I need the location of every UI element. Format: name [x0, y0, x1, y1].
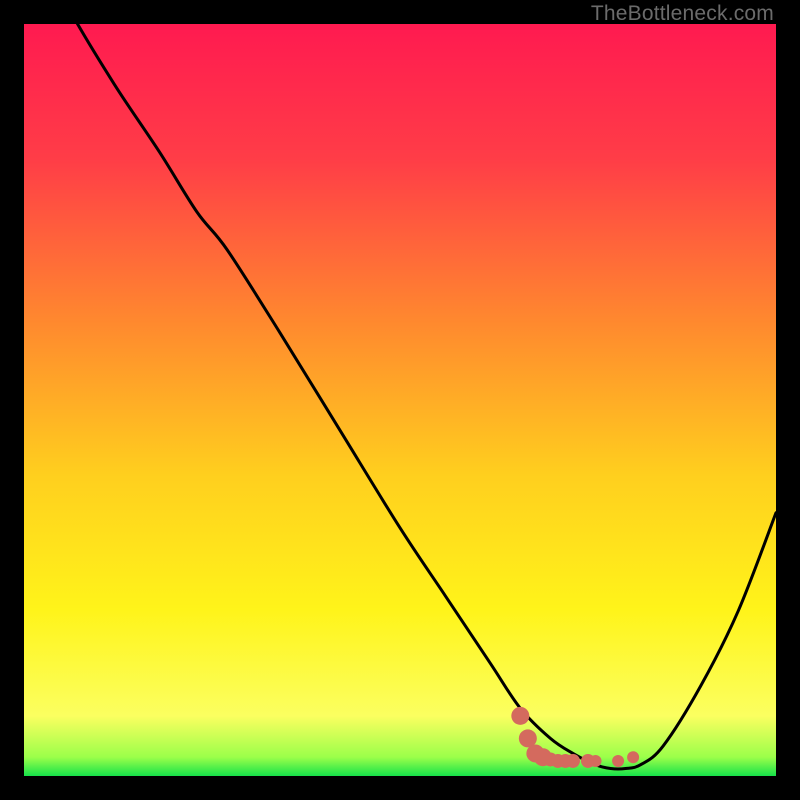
marker-dot — [612, 755, 624, 767]
marker-dot — [511, 707, 529, 725]
bottleneck-chart — [24, 24, 776, 776]
gradient-background — [24, 24, 776, 776]
marker-dot — [566, 754, 580, 768]
watermark-label: TheBottleneck.com — [591, 2, 774, 26]
marker-dot — [590, 755, 602, 767]
marker-dot — [627, 751, 639, 763]
chart-frame — [24, 24, 776, 776]
